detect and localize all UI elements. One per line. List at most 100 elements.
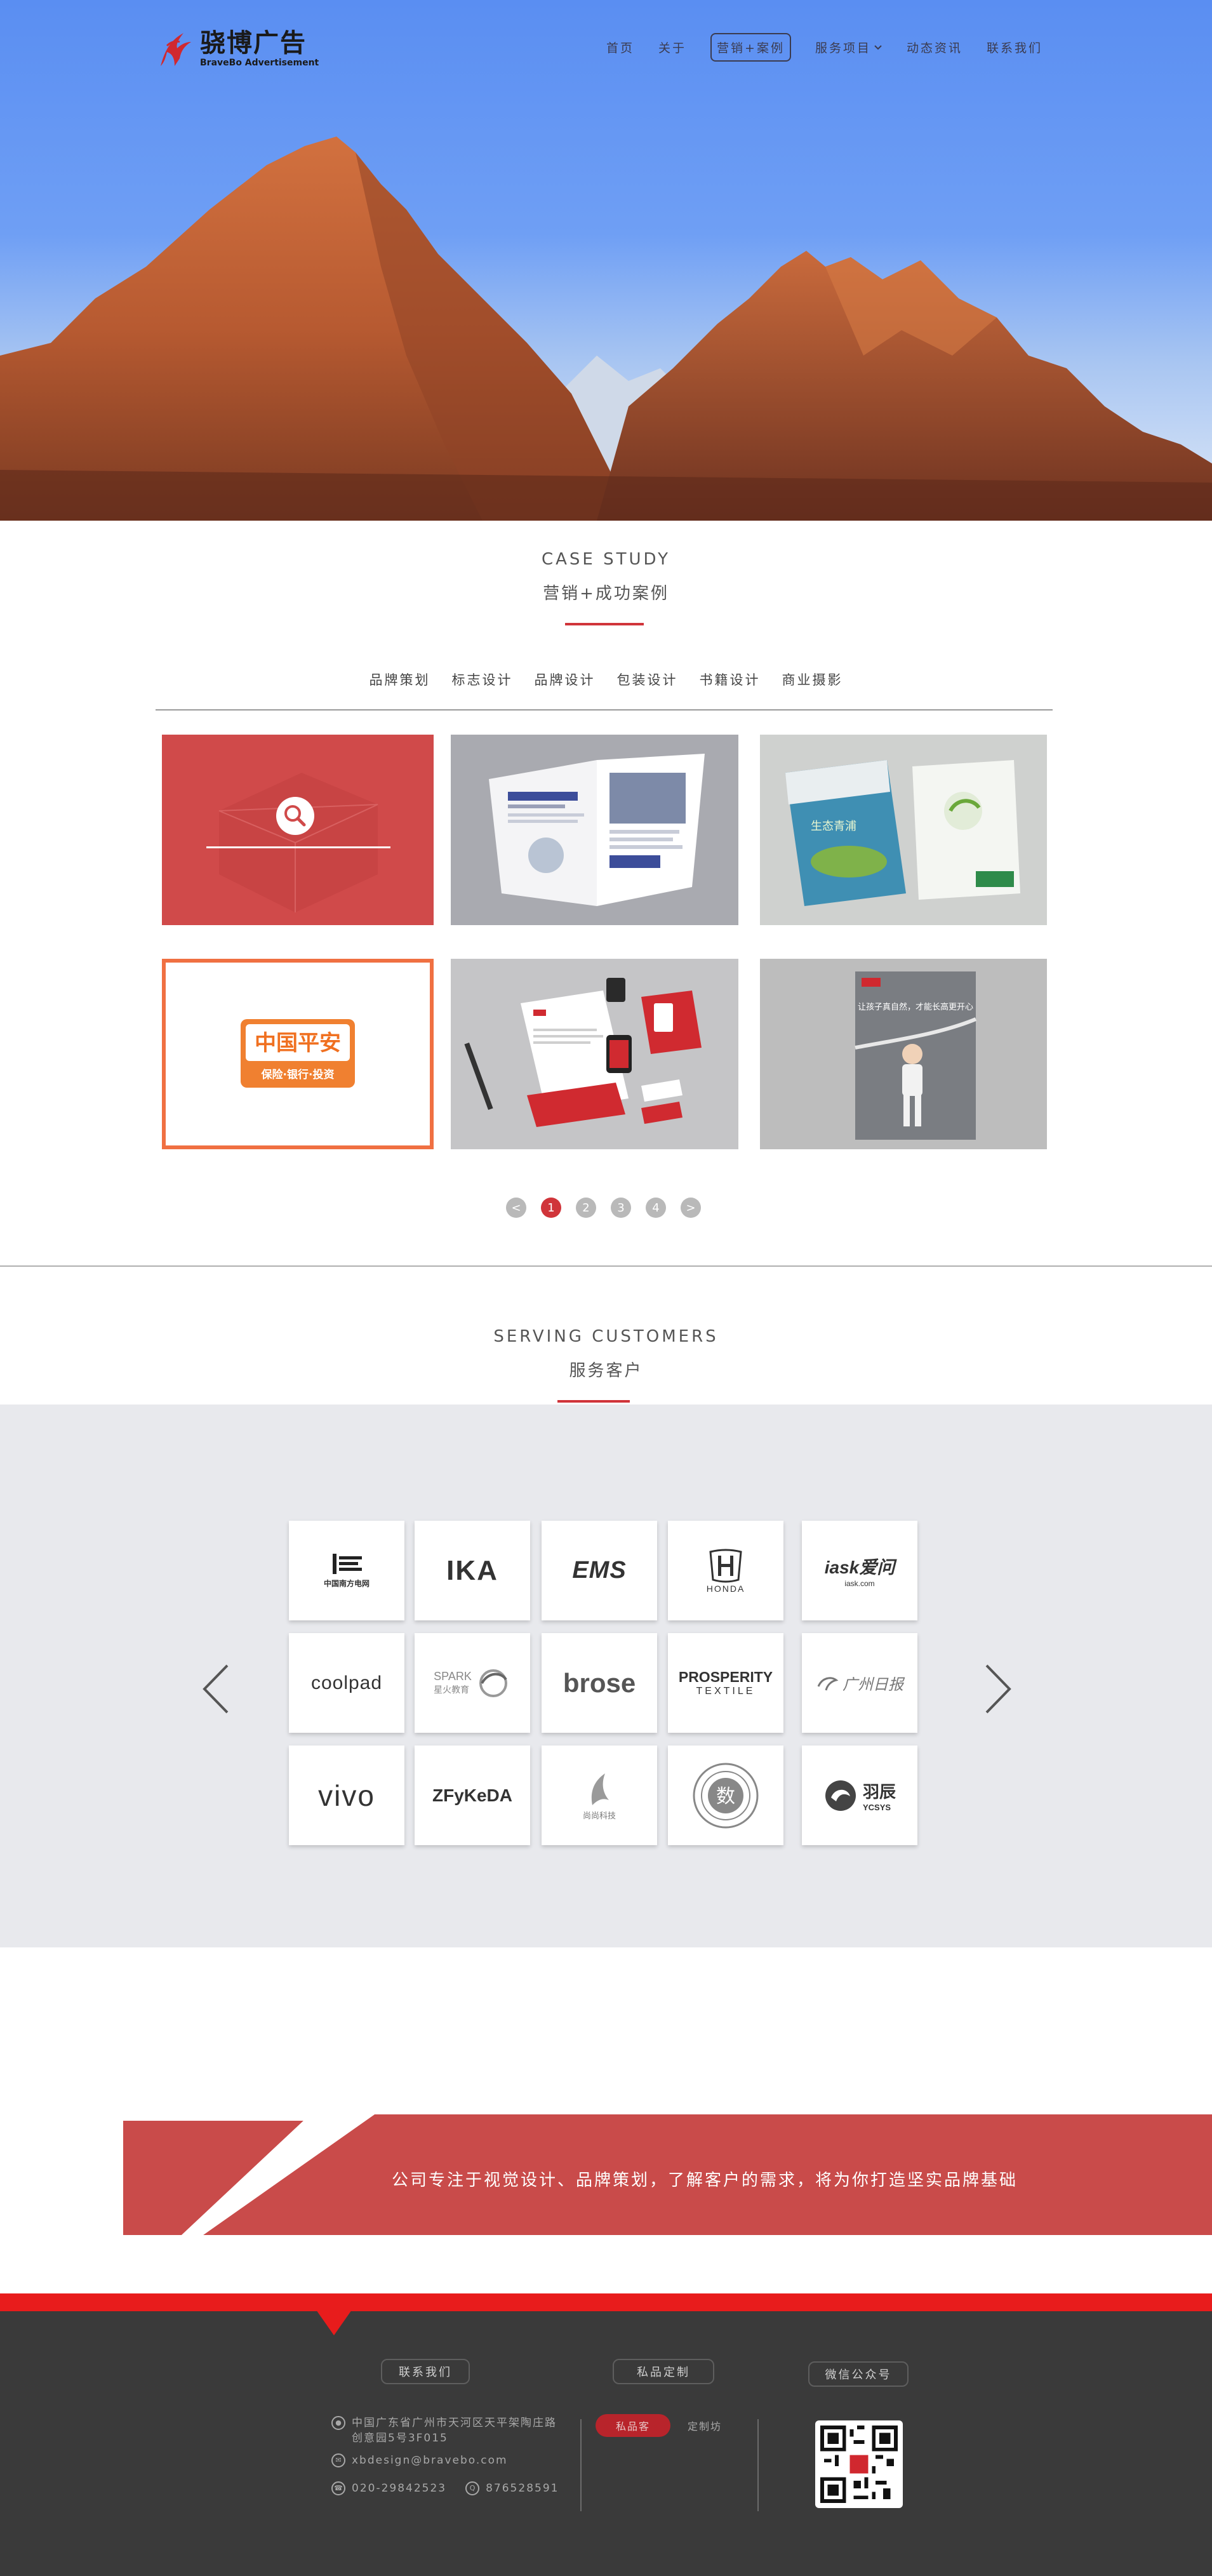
booklet-image: 生态青浦: [760, 735, 1047, 925]
wechat-qr-code: [815, 2420, 903, 2508]
client-logo-vivo[interactable]: vivo: [289, 1745, 404, 1845]
stationery-image: [451, 959, 738, 1149]
honda-h-icon: [709, 1549, 742, 1582]
hero-banner: [0, 0, 1212, 521]
client-logo-ika[interactable]: IKA: [415, 1521, 530, 1620]
pill-active[interactable]: 私品客: [596, 2414, 670, 2437]
client-logo-csg[interactable]: 中国南方电网: [289, 1521, 404, 1620]
mountain-illustration: [0, 137, 1212, 521]
client-logo-honda[interactable]: HONDA: [668, 1521, 783, 1620]
ping-an-logo-text: 中国平安: [255, 1031, 341, 1056]
client-logo-gzdaily[interactable]: 广州日报: [802, 1633, 917, 1733]
client-name: vivo: [318, 1779, 375, 1812]
pager-page-3[interactable]: 3: [611, 1198, 631, 1218]
nav-contact[interactable]: 联系我们: [987, 39, 1042, 56]
case-card-booklet[interactable]: 生态青浦: [760, 735, 1047, 925]
client-sub: YCSYS: [862, 1802, 891, 1812]
tab-book-design[interactable]: 书籍设计: [700, 670, 761, 689]
client-logo-coolpad[interactable]: coolpad: [289, 1633, 404, 1733]
tab-logo-design[interactable]: 标志设计: [452, 670, 513, 689]
tab-packaging-design[interactable]: 包装设计: [617, 670, 678, 689]
customers-title-en: SERVING CUSTOMERS: [493, 1327, 719, 1346]
brand-name-en: BraveBo Advertisement: [200, 58, 319, 68]
case-card-brochure[interactable]: [451, 735, 738, 925]
footer-divider-right: [757, 2419, 759, 2511]
case-study-underline: [565, 623, 644, 625]
footer-wechat-button[interactable]: 微信公众号: [808, 2361, 909, 2387]
nav-news[interactable]: 动态资讯: [907, 39, 962, 56]
client-logo-zfykeda[interactable]: ZFyKeDA: [415, 1745, 530, 1845]
main-nav: 首页 关于 营销+案例 服务项目 动态资讯 联系我们: [606, 33, 1042, 62]
footer-custom-button[interactable]: 私品定制: [613, 2359, 714, 2384]
client-logo-yuchen[interactable]: 羽辰 YCSYS: [802, 1745, 917, 1845]
pager-page-4[interactable]: 4: [646, 1198, 666, 1218]
ping-an-logo-image: 中国平安 保险·银行·投资: [162, 959, 434, 1149]
qr-code-icon: [820, 2426, 898, 2503]
nav-cases[interactable]: 营销+案例: [710, 33, 791, 62]
client-name: coolpad: [310, 1672, 383, 1693]
footer-divider-left: [580, 2419, 582, 2511]
location-pin-icon: ●: [331, 2416, 345, 2430]
client-logo-brose[interactable]: brose: [542, 1633, 657, 1733]
footer-email-row: ✉ xbdesign@bravebo.com: [331, 2453, 508, 2468]
client-name: IKA: [446, 1554, 498, 1586]
case-card-stationery[interactable]: [451, 959, 738, 1149]
footer: [0, 2311, 1212, 2576]
client-name: ZFyKeDA: [432, 1785, 512, 1805]
pager-next-button[interactable]: >: [681, 1198, 701, 1218]
nav-services-label: 服务项目: [815, 41, 871, 55]
footer-phone-row: ☎ 020-29842523 Q 876528591: [331, 2481, 559, 2496]
nav-home[interactable]: 首页: [606, 39, 634, 56]
client-name: brose: [563, 1667, 636, 1698]
footer-contact-button[interactable]: 联系我们: [381, 2359, 470, 2384]
tab-commercial-photo[interactable]: 商业摄影: [782, 670, 843, 689]
client-name: iask爱问: [824, 1557, 895, 1577]
pager-prev-button[interactable]: <: [506, 1198, 526, 1218]
tab-brand-design[interactable]: 品牌设计: [535, 670, 596, 689]
pill-other[interactable]: 定制坊: [673, 2414, 736, 2437]
footer-pointer: [316, 2310, 352, 2335]
case-category-tabs: 品牌策划 标志设计 品牌设计 包装设计 书籍设计 商业摄影: [0, 670, 1212, 689]
brand-logo[interactable]: 骁博广告 BraveBo Advertisement: [156, 27, 319, 71]
client-logo-seal[interactable]: 数: [668, 1745, 783, 1845]
carousel-next-icon[interactable]: [979, 1660, 1017, 1718]
case-card-ping-an[interactable]: 中国平安 保险·银行·投资: [162, 959, 434, 1149]
gzdaily-bird-icon: [817, 1676, 839, 1690]
bravebo-logo-icon: [161, 33, 191, 66]
client-logo-shangshang[interactable]: 尚尚科技: [542, 1745, 657, 1845]
nav-services[interactable]: 服务项目: [815, 39, 882, 56]
section-divider: [0, 1265, 1212, 1267]
nav-about[interactable]: 关于: [658, 39, 686, 56]
brand-name-cn: 骁博广告: [200, 29, 307, 58]
pager-page-2[interactable]: 2: [576, 1198, 596, 1218]
box-packaging-image: [162, 735, 434, 925]
client-sub: iask.com: [844, 1578, 875, 1588]
footer-qq: 876528591: [486, 2482, 559, 2495]
client-logo-spark[interactable]: SPARK 星火教育: [415, 1633, 530, 1733]
tab-brand-planning[interactable]: 品牌策划: [370, 670, 430, 689]
case-card-poster[interactable]: 让孩子真自然，才能长高更开心: [760, 959, 1047, 1149]
poster-image: 让孩子真自然，才能长高更开心: [760, 959, 1047, 1149]
client-name: 尚尚科技: [582, 1811, 616, 1820]
seal-logo-icon: 数: [693, 1763, 759, 1828]
client-name: EMS: [572, 1557, 627, 1584]
case-card-box[interactable]: [162, 735, 434, 925]
pager-page-1[interactable]: 1: [541, 1198, 561, 1218]
client-name: PROSPERITY: [678, 1669, 773, 1685]
qq-icon: Q: [465, 2481, 480, 2495]
spark-swirl-icon: [479, 1669, 507, 1697]
client-logo-prosperity[interactable]: PROSPERITY TEXTILE: [668, 1633, 783, 1733]
client-name: 中国南方电网: [323, 1579, 370, 1588]
client-logo-ems[interactable]: EMS: [542, 1521, 657, 1620]
case-study-title-en: CASE STUDY: [541, 550, 671, 569]
client-name: 广州日报: [842, 1676, 903, 1693]
footer-email[interactable]: xbdesign@bravebo.com: [352, 2453, 508, 2468]
ping-an-logo-sub: 保险·银行·投资: [261, 1068, 335, 1081]
yuchen-swirl-icon: [825, 1780, 856, 1811]
client-logo-iask[interactable]: iask爱问 iask.com: [802, 1521, 917, 1620]
booklet-cover-text: 生态青浦: [811, 820, 856, 833]
case-pagination: < 1 2 3 4 >: [506, 1198, 701, 1218]
client-name: 羽辰: [862, 1782, 896, 1801]
carousel-prev-icon[interactable]: [197, 1660, 235, 1718]
poster-headline: 让孩子真自然，才能长高更开心: [858, 1002, 973, 1012]
